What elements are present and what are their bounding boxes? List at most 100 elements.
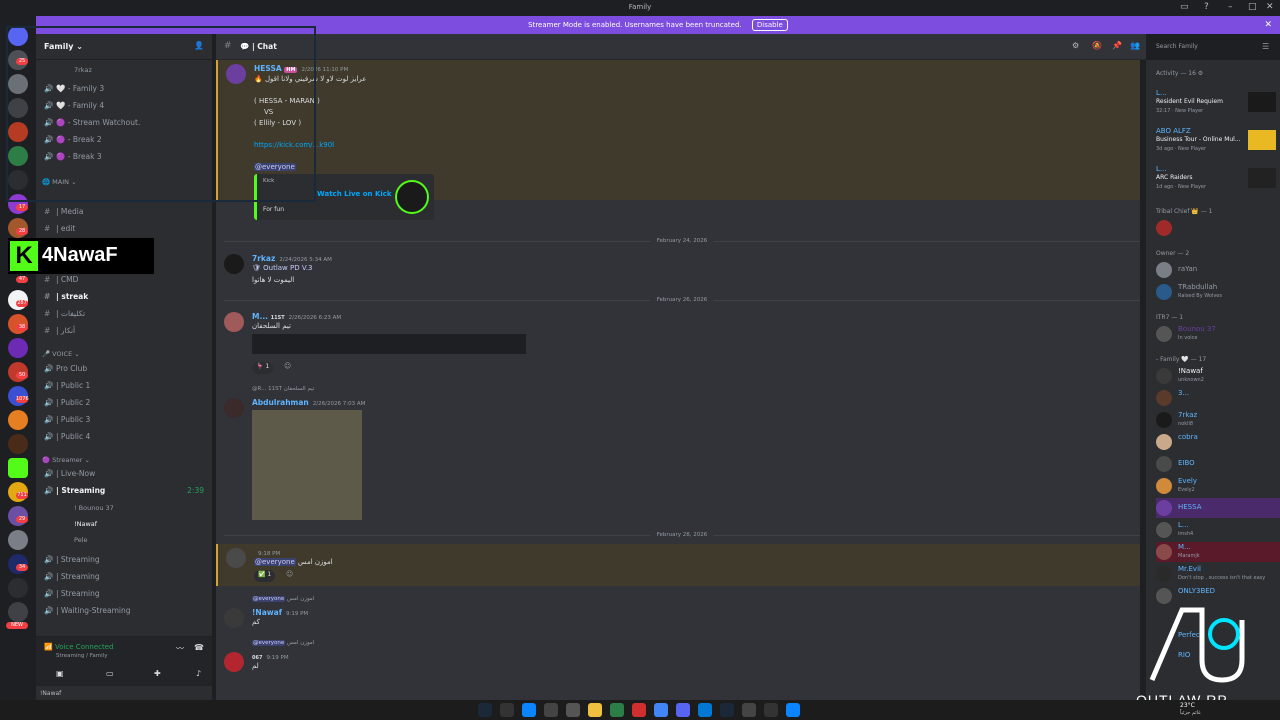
voice-user[interactable]: Pele [74, 536, 88, 544]
app-icon[interactable] [544, 703, 558, 717]
avatar[interactable] [224, 608, 244, 628]
chrome-icon[interactable] [654, 703, 668, 717]
voice-channel-pro-club[interactable]: 🔊 Pro Club [44, 364, 208, 378]
close-window-button[interactable]: ✕ [1266, 2, 1274, 12]
category-streamer[interactable]: 🟣 Streamer ⌄ [42, 456, 90, 464]
embed-title[interactable]: Watch Live on Kick [317, 190, 392, 198]
server-icon[interactable] [8, 410, 28, 430]
app-icon[interactable] [742, 703, 756, 717]
server-icon[interactable] [8, 602, 28, 622]
start-icon[interactable] [786, 703, 800, 717]
search-icon[interactable] [764, 703, 778, 717]
scoreboard-image[interactable] [252, 334, 526, 354]
app-icon[interactable] [566, 703, 580, 717]
reply-preview[interactable]: @everyone اموزن امس [252, 640, 314, 646]
role-mention[interactable]: 🛡 Outlaw PD V.3 [252, 264, 312, 272]
message-author[interactable]: 9:18 PM [254, 548, 280, 557]
member-item[interactable]: !Nawaf unknown2 [1156, 366, 1280, 386]
channel-taklifat[interactable]: # | تكليفات [44, 309, 208, 323]
add-reaction-icon[interactable]: ☺ [286, 570, 293, 578]
voice-channel-live-now[interactable]: 🔊 | Live-Now [44, 469, 208, 483]
noise-suppression-icon[interactable]: 〰 [176, 643, 184, 654]
avatar[interactable] [226, 548, 246, 568]
edge-icon[interactable] [698, 703, 712, 717]
reply-preview[interactable]: @everyone اموزن امس [252, 596, 314, 602]
member-item[interactable]: 3... [1156, 388, 1280, 408]
current-user-name[interactable]: !Nawaf [40, 690, 61, 697]
screen-share-icon[interactable]: ▭ [106, 669, 114, 678]
channel-edit[interactable]: # | edit [44, 224, 208, 238]
search-input[interactable]: Search Family [1152, 40, 1276, 54]
member-list-icon[interactable]: 👥 [1130, 41, 1140, 50]
server-icon[interactable] [8, 530, 28, 550]
member-item[interactable]: Mr.Evil Don't stop , success isn't that e… [1156, 564, 1280, 584]
folder-icon[interactable] [588, 703, 602, 717]
member-item[interactable]: M... Maramjk [1156, 542, 1280, 562]
member-item[interactable]: raYanTRabdullahRaised By Wolves [1156, 282, 1280, 302]
member-item[interactable] [1156, 218, 1280, 238]
disable-button[interactable]: Disable [751, 19, 788, 31]
voice-user[interactable]: !Nawaf [74, 520, 97, 528]
mute-icon[interactable]: 🔕 [1092, 41, 1102, 50]
voice-channel-streaming[interactable]: 🔊 | Streaming [44, 555, 208, 569]
camera-icon[interactable]: ▣ [56, 669, 64, 678]
member-item[interactable]: 7rkaz nokli8 [1156, 410, 1280, 430]
inbox-icon[interactable]: ▭ [1180, 2, 1189, 12]
add-reaction-icon[interactable]: ☺ [284, 362, 291, 370]
activity-card[interactable]: L... Resident Evil Requiem 32:17 · New P… [1156, 88, 1280, 118]
disconnect-icon[interactable]: ☎ [194, 643, 204, 652]
avatar[interactable] [224, 254, 244, 274]
member-item[interactable]: Evely Evely2 [1156, 476, 1280, 496]
message-author[interactable]: Abdulrahman 2/26/2026 7:03 AM [252, 398, 365, 407]
kick-server-icon[interactable] [8, 458, 28, 478]
app-icon[interactable] [500, 703, 514, 717]
app-icon[interactable] [632, 703, 646, 717]
avatar[interactable] [224, 312, 244, 332]
server-icon[interactable] [8, 338, 28, 358]
attached-image[interactable] [252, 410, 362, 520]
avatar[interactable] [224, 652, 244, 672]
voice-channel-public-2[interactable]: 🔊 | Public 2 [44, 398, 208, 412]
app-icon[interactable] [522, 703, 536, 717]
inbox-icon[interactable]: ☰ [1262, 42, 1269, 51]
voice-channel-streaming[interactable]: 🔊 | Streaming [44, 589, 208, 603]
activity-card[interactable]: ABO ALFZ Business Tour - Online Mul... 3… [1156, 126, 1280, 156]
reply-preview[interactable]: @R... 11ST تيم السلحفان [252, 386, 314, 392]
voice-channel-public-1[interactable]: 🔊 | Public 1 [44, 381, 208, 395]
voice-channel-public-3[interactable]: 🔊 | Public 3 [44, 415, 208, 429]
message-author[interactable]: !Nawaf 9:19 PM [252, 608, 308, 617]
soundboard-icon[interactable]: ♪ [196, 669, 201, 678]
message-author[interactable]: 067 9:19 PM [252, 652, 289, 661]
member-item[interactable]: raYan [1156, 260, 1280, 280]
voice-channel-streaming[interactable]: 🔊 | Streaming [44, 572, 208, 586]
server-icon[interactable] [8, 578, 28, 598]
member-item[interactable]: HESSA [1156, 498, 1280, 518]
member-item[interactable]: L... imsh4 [1156, 520, 1280, 540]
app-icon[interactable] [610, 703, 624, 717]
reaction[interactable]: 🦩 1 [252, 362, 274, 374]
help-icon[interactable]: ? [1204, 2, 1209, 12]
category-voice[interactable]: 🎤 VOICE ⌄ [42, 350, 80, 358]
threads-icon[interactable]: ⚙ [1072, 41, 1079, 50]
message-author[interactable]: M... 11ST 2/26/2026 6:23 AM [252, 312, 341, 321]
reaction[interactable]: ✅ 1 [254, 570, 276, 582]
channel-adhkar[interactable]: # | أنكار [44, 326, 208, 340]
weather-temp[interactable]: 23°C [1180, 702, 1195, 709]
maximize-button[interactable]: □ [1248, 2, 1257, 12]
embed-thumbnail[interactable] [395, 180, 429, 214]
steam-icon[interactable] [478, 703, 492, 717]
channel-media[interactable]: # | Media [44, 207, 208, 221]
voice-channel-public-4[interactable]: 🔊 | Public 4 [44, 432, 208, 446]
voice-user[interactable]: ! Bounou 37 [74, 504, 114, 512]
member-item[interactable]: cobra [1156, 432, 1280, 452]
voice-channel-waiting-streaming[interactable]: 🔊 | Waiting-Streaming [44, 606, 208, 620]
avatar[interactable] [224, 398, 244, 418]
steam-icon[interactable] [720, 703, 734, 717]
voice-channel-streaming-active[interactable]: 🔊 | Streaming 2:39 [44, 486, 208, 500]
member-item[interactable]: Bounou 37 In voice [1156, 324, 1280, 344]
minimize-button[interactable]: – [1228, 2, 1233, 12]
discord-icon[interactable] [676, 703, 690, 717]
message-author[interactable]: 7rkaz 2/24/2026 5:34 AM [252, 254, 332, 263]
channel-streak[interactable]: # | streak [44, 292, 208, 306]
pin-icon[interactable]: 📌 [1112, 41, 1122, 50]
